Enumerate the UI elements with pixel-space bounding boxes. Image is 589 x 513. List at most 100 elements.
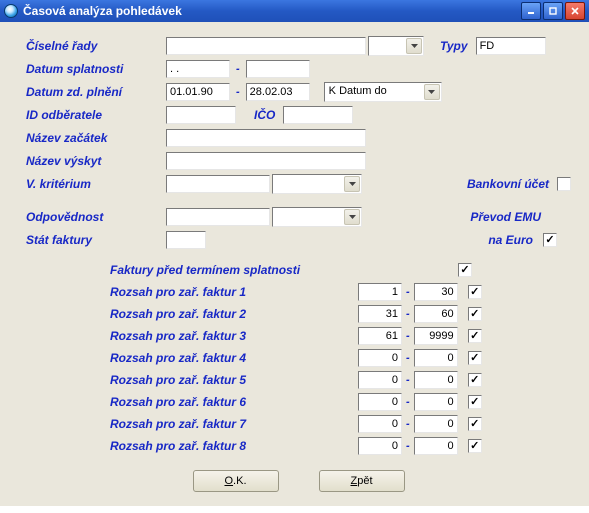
ciselne-rady-select[interactable] xyxy=(368,36,424,56)
bankovni-ucet-checkbox[interactable] xyxy=(557,177,571,191)
range-label: Rozsah pro zař. faktur 4 xyxy=(110,351,358,365)
range-from-input[interactable] xyxy=(358,437,402,455)
range-label: Rozsah pro zař. faktur 3 xyxy=(110,329,358,343)
label-ciselne-rady: Číselné řady xyxy=(26,39,166,53)
range-checkbox[interactable] xyxy=(468,439,482,453)
range-label: Rozsah pro zař. faktur 2 xyxy=(110,307,358,321)
dash-icon: - xyxy=(236,86,240,98)
range-row: Rozsah pro zař. faktur 5 - xyxy=(110,370,571,390)
range-from-input[interactable] xyxy=(358,283,402,301)
range-checkbox[interactable] xyxy=(468,351,482,365)
range-to-input[interactable] xyxy=(414,349,458,367)
zd-from-input[interactable] xyxy=(166,83,230,101)
range-row: Rozsah pro zař. faktur 1 - xyxy=(110,282,571,302)
back-button[interactable]: Zpět xyxy=(319,470,405,492)
label-ico: IČO xyxy=(254,108,275,122)
dash-icon: - xyxy=(406,396,410,408)
form-panel: Číselné řady Typy Datum splatnosti - Dat… xyxy=(0,22,589,506)
range-to-input[interactable] xyxy=(414,371,458,389)
range-label: Rozsah pro zař. faktur 7 xyxy=(110,417,358,431)
chevron-down-icon xyxy=(344,176,360,192)
label-odpovednost: Odpovědnost xyxy=(26,210,166,224)
nazev-vyskyt-input[interactable] xyxy=(166,152,366,170)
range-from-input[interactable] xyxy=(358,371,402,389)
chevron-down-icon xyxy=(406,38,422,54)
ico-input[interactable] xyxy=(283,106,353,124)
close-button[interactable] xyxy=(565,2,585,20)
dash-icon: - xyxy=(406,286,410,298)
label-nazev-vyskyt: Název výskyt xyxy=(26,154,166,168)
odpovednost-input[interactable] xyxy=(166,208,270,226)
range-checkbox[interactable] xyxy=(468,329,482,343)
dash-icon: - xyxy=(236,63,240,75)
nazev-zacatek-input[interactable] xyxy=(166,129,366,147)
label-datum-splatnosti: Datum splatnosti xyxy=(26,62,166,76)
titlebar: Časová analýza pohledávek xyxy=(0,0,589,22)
range-label: Rozsah pro zař. faktur 6 xyxy=(110,395,358,409)
label-v-kriterium: V. kritérium xyxy=(26,177,166,191)
odpovednost-select[interactable] xyxy=(272,207,362,227)
label-prevod-emu-1: Převod EMU xyxy=(470,210,541,224)
v-kriterium-select[interactable] xyxy=(272,174,362,194)
zd-to-input[interactable] xyxy=(246,83,310,101)
range-row: Rozsah pro zař. faktur 3 - xyxy=(110,326,571,346)
window-controls xyxy=(521,2,585,20)
range-to-input[interactable] xyxy=(414,327,458,345)
splatnost-from-input[interactable] xyxy=(166,60,230,78)
label-stat-faktury: Stát faktury xyxy=(26,233,166,247)
app-window: Časová analýza pohledávek Číselné řady xyxy=(0,0,589,506)
range-checkbox[interactable] xyxy=(468,373,482,387)
dash-icon: - xyxy=(406,374,410,386)
range-row: Rozsah pro zař. faktur 8- xyxy=(110,436,571,456)
faktury-pred-checkbox[interactable] xyxy=(458,263,472,277)
range-from-input[interactable] xyxy=(358,415,402,433)
range-to-input[interactable] xyxy=(414,305,458,323)
dash-icon: - xyxy=(406,308,410,320)
label-faktury-pred: Faktury před termínem splatnosti xyxy=(110,263,458,277)
range-row: Rozsah pro zař. faktur 6 - xyxy=(110,392,571,412)
range-from-input[interactable] xyxy=(358,349,402,367)
range-row: Rozsah pro zař. faktur 4 - xyxy=(110,348,571,368)
range-checkbox[interactable] xyxy=(468,395,482,409)
splatnost-to-input[interactable] xyxy=(246,60,310,78)
label-nazev-zacatek: Název začátek xyxy=(26,131,166,145)
range-checkbox[interactable] xyxy=(468,285,482,299)
label-typy: Typy xyxy=(440,39,468,53)
range-from-input[interactable] xyxy=(358,393,402,411)
range-to-input[interactable] xyxy=(414,415,458,433)
range-to-input[interactable] xyxy=(414,393,458,411)
typy-input[interactable] xyxy=(476,37,546,55)
dash-icon: - xyxy=(406,352,410,364)
dash-icon: - xyxy=(406,330,410,342)
range-from-input[interactable] xyxy=(358,327,402,345)
range-from-input[interactable] xyxy=(358,305,402,323)
k-datum-value: K Datum do xyxy=(325,83,423,101)
range-row: Rozsah pro zař. faktur 2 - xyxy=(110,304,571,324)
range-checkbox[interactable] xyxy=(468,417,482,431)
chevron-down-icon xyxy=(344,209,360,225)
dash-icon: - xyxy=(406,440,410,452)
maximize-button[interactable] xyxy=(543,2,563,20)
range-row: Rozsah pro zař. faktur 7 - xyxy=(110,414,571,434)
id-odberatele-input[interactable] xyxy=(166,106,236,124)
range-to-input[interactable] xyxy=(414,437,458,455)
label-datum-zd: Datum zd. plnění xyxy=(26,85,166,99)
dash-icon: - xyxy=(406,418,410,430)
range-to-input[interactable] xyxy=(414,283,458,301)
ok-button[interactable]: O.K. xyxy=(193,470,279,492)
v-kriterium-input[interactable] xyxy=(166,175,270,193)
minimize-button[interactable] xyxy=(521,2,541,20)
k-datum-select[interactable]: K Datum do xyxy=(324,82,442,102)
stat-faktury-input[interactable] xyxy=(166,231,206,249)
ciselne-rady-input[interactable] xyxy=(166,37,366,55)
range-checkbox[interactable] xyxy=(468,307,482,321)
prevod-emu-checkbox[interactable] xyxy=(543,233,557,247)
label-prevod-emu-2: na Euro xyxy=(488,233,533,247)
app-icon xyxy=(4,4,18,18)
range-label: Rozsah pro zař. faktur 5 xyxy=(110,373,358,387)
label-bankovni-ucet: Bankovní účet xyxy=(467,177,549,191)
window-title: Časová analýza pohledávek xyxy=(23,4,521,18)
range-label: Rozsah pro zař. faktur 1 xyxy=(110,285,358,299)
label-id-odberatele: ID odběratele xyxy=(26,108,166,122)
chevron-down-icon xyxy=(424,84,440,100)
